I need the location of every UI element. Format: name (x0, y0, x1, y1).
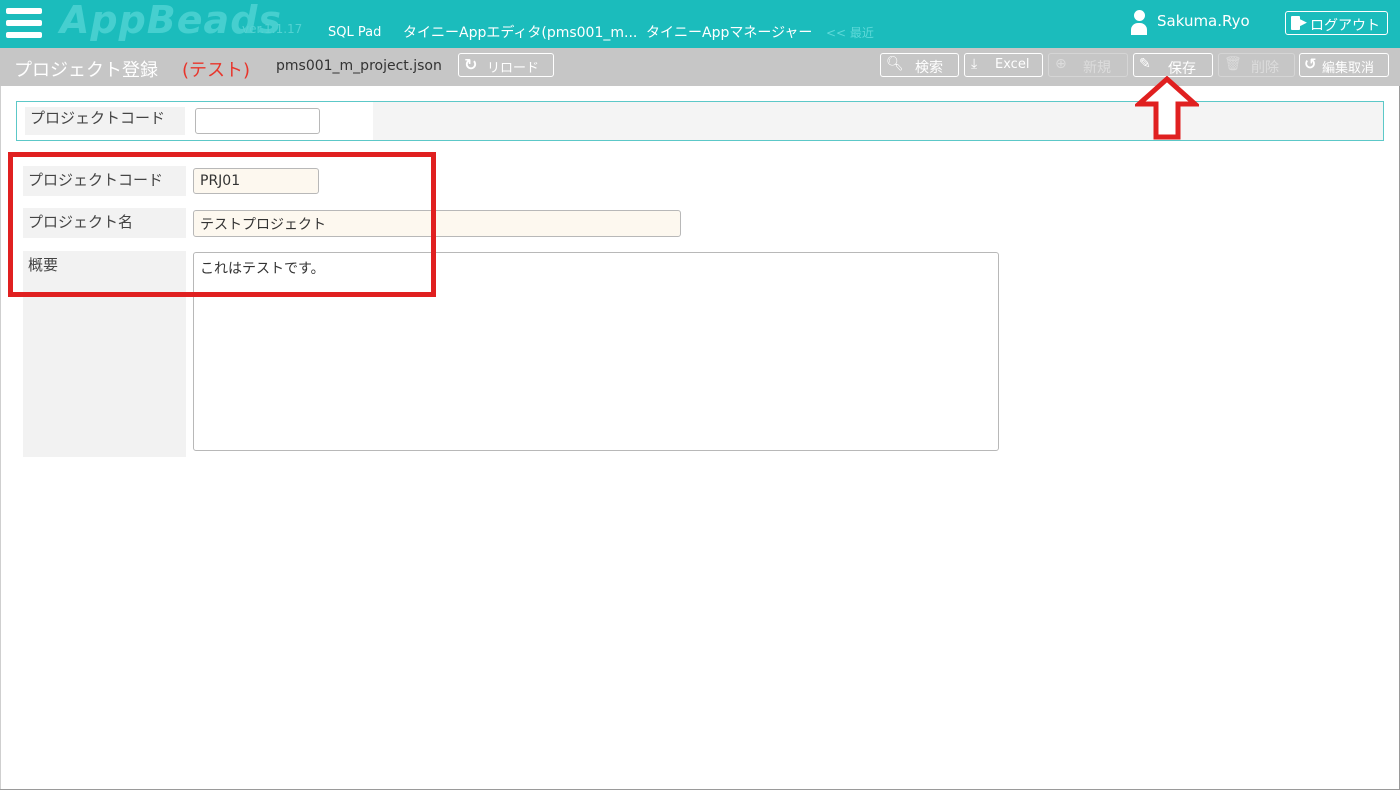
delete-button[interactable]: 🗑︎ 削除 (1218, 53, 1295, 77)
search-button[interactable]: 🔍︎ 検索 (880, 53, 959, 77)
cancel-edit-button[interactable]: ↺ 編集取消 (1299, 53, 1389, 77)
search-project-code-input[interactable] (195, 108, 320, 134)
reload-button[interactable]: ↻ リロード (458, 53, 554, 77)
search-icon: 🔍︎ (886, 56, 904, 72)
username: Sakuma.Ryo (1157, 12, 1250, 30)
page-title-tag: (テスト) (182, 60, 251, 81)
save-button[interactable]: ✎ 保存 (1133, 53, 1213, 77)
user-icon (1131, 10, 1147, 36)
search-project-code-label: プロジェクトコード (25, 107, 185, 135)
undo-icon: ↺ (1304, 55, 1317, 73)
file-name: pms001_m_project.json (276, 58, 442, 74)
nav-sql-pad[interactable]: SQL Pad (328, 25, 381, 40)
plus-circle-icon: ⊕ (1055, 56, 1067, 72)
logout-button[interactable]: ▶ ログアウト (1285, 11, 1388, 35)
reload-icon: ↻ (464, 55, 478, 74)
nav-tiny-app-editor[interactable]: タイニーAppエディタ(pms001_m... (403, 22, 637, 42)
highlight-box (8, 152, 436, 297)
logout-icon (1291, 16, 1300, 30)
nav-tiny-app-manager[interactable]: タイニーAppマネージャー (646, 22, 812, 42)
edit-icon: ✎ (1139, 56, 1151, 72)
arrow-up-icon (1135, 76, 1199, 140)
download-icon: ⤓ (971, 56, 978, 72)
trash-icon: 🗑︎ (1224, 56, 1242, 72)
excel-button[interactable]: ⤓ Excel (964, 53, 1043, 77)
hamburger-menu-icon[interactable] (6, 6, 42, 40)
app-version: ver.1.1.17 (242, 22, 303, 36)
nav-recent[interactable]: << 最近 (826, 24, 874, 41)
new-button[interactable]: ⊕ 新規 (1048, 53, 1128, 77)
page-title: プロジェクト登録 (14, 60, 158, 81)
